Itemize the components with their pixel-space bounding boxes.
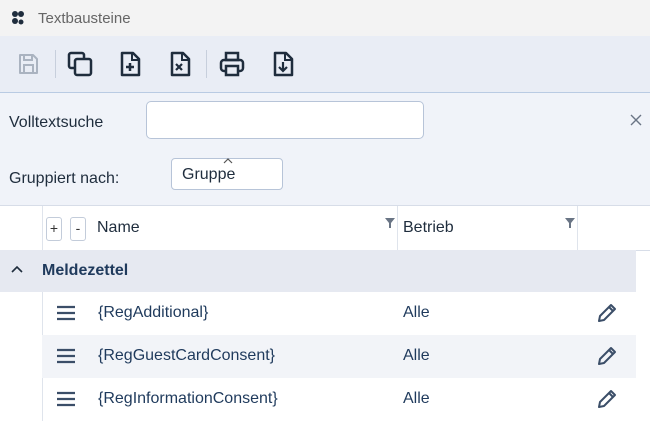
- cell-name: {RegAdditional}: [98, 304, 209, 321]
- column-separator: [577, 206, 578, 250]
- drag-handle-icon[interactable]: [56, 391, 76, 407]
- document-x-icon: [170, 51, 191, 77]
- filter-funnel-icon[interactable]: [564, 217, 576, 229]
- cell-betrieb: Alle: [403, 390, 430, 407]
- copy-button[interactable]: [64, 48, 96, 80]
- group-by-value: Gruppe: [182, 166, 236, 183]
- save-button[interactable]: [12, 48, 44, 80]
- table-row[interactable]: {RegInformationConsent} Alle: [42, 378, 636, 421]
- cell-betrieb: Alle: [403, 304, 430, 321]
- copy-icon: [67, 51, 93, 77]
- chevron-up-icon[interactable]: [10, 264, 24, 274]
- title-bar: Textbausteine: [0, 0, 650, 36]
- table-row[interactable]: {RegAdditional} Alle: [42, 292, 636, 335]
- delete-document-button[interactable]: [164, 48, 196, 80]
- chevron-up-icon: [223, 158, 233, 164]
- group-by-label: Gruppiert nach:: [9, 170, 120, 187]
- download-button[interactable]: [267, 48, 299, 80]
- filter-funnel-icon[interactable]: [384, 217, 396, 229]
- group-by-select[interactable]: Gruppe: [171, 158, 283, 190]
- fulltext-search-input[interactable]: [146, 101, 424, 139]
- filter-panel: Volltextsuche Gruppiert nach: Gruppe: [0, 93, 650, 205]
- pencil-icon[interactable]: [596, 388, 618, 410]
- group-row[interactable]: Meldezettel: [0, 250, 636, 292]
- drag-handle-icon[interactable]: [56, 305, 76, 321]
- expand-all-button[interactable]: +: [46, 217, 62, 241]
- column-separator: [397, 206, 398, 250]
- toolbar: [0, 36, 650, 93]
- document-download-icon: [273, 51, 294, 77]
- toolbar-separator: [55, 50, 56, 78]
- app-dots-icon: [12, 11, 24, 25]
- floppy-icon: [19, 54, 38, 74]
- window-title: Textbausteine: [38, 9, 131, 27]
- print-button[interactable]: [216, 48, 248, 80]
- grid-header: + - Name Betrieb: [0, 205, 650, 251]
- pencil-icon[interactable]: [596, 345, 618, 367]
- column-header-name[interactable]: Name: [97, 219, 140, 237]
- search-label: Volltextsuche: [9, 114, 104, 131]
- pencil-icon[interactable]: [596, 302, 618, 324]
- document-plus-icon: [120, 51, 141, 77]
- cell-betrieb: Alle: [403, 347, 430, 364]
- close-icon[interactable]: [629, 113, 643, 127]
- group-label: Meldezettel: [42, 262, 129, 279]
- drag-handle-icon[interactable]: [56, 348, 76, 364]
- column-header-betrieb[interactable]: Betrieb: [403, 219, 454, 237]
- toolbar-separator: [206, 50, 207, 78]
- cell-name: {RegInformationConsent}: [98, 390, 278, 407]
- new-document-button[interactable]: [114, 48, 146, 80]
- collapse-all-button[interactable]: -: [70, 217, 86, 241]
- column-separator: [42, 206, 43, 250]
- cell-name: {RegGuestCardConsent}: [98, 347, 275, 364]
- printer-icon: [219, 51, 245, 77]
- table-row[interactable]: {RegGuestCardConsent} Alle: [42, 335, 636, 378]
